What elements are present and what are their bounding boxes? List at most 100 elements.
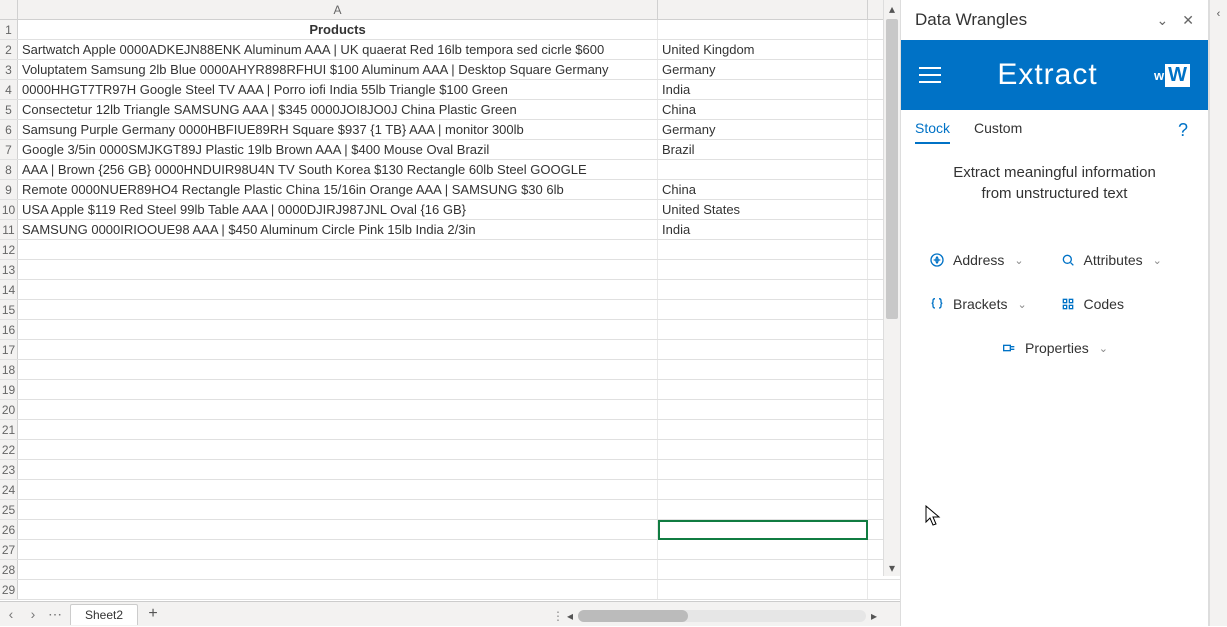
cell-B14[interactable]	[658, 280, 868, 299]
task-pane-close-icon[interactable]: ✕	[1182, 12, 1194, 29]
row-header-10[interactable]: 10	[0, 200, 18, 219]
cell-B10[interactable]: United States	[658, 200, 868, 219]
option-brackets[interactable]: Brackets⌄	[929, 296, 1050, 312]
row-header-6[interactable]: 6	[0, 120, 18, 139]
select-all-corner[interactable]	[0, 0, 18, 19]
sheet-nav-prev[interactable]: ‹	[0, 602, 22, 627]
sheet-nav-next[interactable]: ›	[22, 602, 44, 627]
cell-A26[interactable]	[18, 520, 658, 539]
cell-A1[interactable]: Products	[18, 20, 658, 39]
row-header-4[interactable]: 4	[0, 80, 18, 99]
side-collapse-strip[interactable]: ‹	[1209, 0, 1227, 626]
option-address[interactable]: Address⌄	[929, 252, 1050, 268]
cell-B17[interactable]	[658, 340, 868, 359]
cell-A27[interactable]	[18, 540, 658, 559]
sheet-nav-menu[interactable]: ⋯	[44, 602, 66, 627]
cell-B4[interactable]: India	[658, 80, 868, 99]
cell-A8[interactable]: AAA | Brown {256 GB} 0000HNDUIR98U4N TV …	[18, 160, 658, 179]
option-properties[interactable]: Properties⌄	[929, 340, 1180, 356]
cell-B7[interactable]: Brazil	[658, 140, 868, 159]
row-header-28[interactable]: 28	[0, 560, 18, 579]
row-header-25[interactable]: 25	[0, 500, 18, 519]
tab-stock[interactable]: Stock	[915, 120, 950, 144]
row-header-27[interactable]: 27	[0, 540, 18, 559]
cell-A10[interactable]: USA Apple $119 Red Steel 99lb Table AAA …	[18, 200, 658, 219]
menu-icon[interactable]	[919, 67, 941, 83]
row-header-15[interactable]: 15	[0, 300, 18, 319]
cell-A18[interactable]	[18, 360, 658, 379]
cell-A6[interactable]: Samsung Purple Germany 0000HBFIUE89RH Sq…	[18, 120, 658, 139]
row-header-12[interactable]: 12	[0, 240, 18, 259]
cell-B28[interactable]	[658, 560, 868, 579]
cell-A9[interactable]: Remote 0000NUER89HO4 Rectangle Plastic C…	[18, 180, 658, 199]
row-header-11[interactable]: 11	[0, 220, 18, 239]
cell-A17[interactable]	[18, 340, 658, 359]
row-header-18[interactable]: 18	[0, 360, 18, 379]
column-header-A[interactable]: A	[18, 0, 658, 19]
cell-A24[interactable]	[18, 480, 658, 499]
row-header-3[interactable]: 3	[0, 60, 18, 79]
cell-A2[interactable]: Sartwatch Apple 0000ADKEJN88ENK Aluminum…	[18, 40, 658, 59]
horizontal-scrollbar[interactable]: ⋮ ◂ ▸	[552, 607, 882, 624]
cell-A29[interactable]	[18, 580, 658, 599]
cell-B12[interactable]	[658, 240, 868, 259]
cell-B23[interactable]	[658, 460, 868, 479]
row-header-20[interactable]: 20	[0, 400, 18, 419]
row-header-29[interactable]: 29	[0, 580, 18, 599]
grid[interactable]: A 1 Products 2Sartwatch Apple 0000ADKEJN…	[0, 0, 900, 601]
cell-B21[interactable]	[658, 420, 868, 439]
cell-B13[interactable]	[658, 260, 868, 279]
hscroll-thumb[interactable]	[578, 610, 688, 622]
option-attributes[interactable]: Attributes⌄	[1060, 252, 1181, 268]
cell-B3[interactable]: Germany	[658, 60, 868, 79]
cell-B16[interactable]	[658, 320, 868, 339]
scroll-down-arrow-icon[interactable]: ▾	[889, 559, 895, 576]
row-header-13[interactable]: 13	[0, 260, 18, 279]
option-codes[interactable]: Codes	[1060, 296, 1181, 312]
hscroll-left-arrow-icon[interactable]: ◂	[562, 609, 578, 623]
cell-A13[interactable]	[18, 260, 658, 279]
cell-B8[interactable]	[658, 160, 868, 179]
cell-A5[interactable]: Consectetur 12lb Triangle SAMSUNG AAA | …	[18, 100, 658, 119]
cell-B15[interactable]	[658, 300, 868, 319]
row-header-2[interactable]: 2	[0, 40, 18, 59]
scroll-up-arrow-icon[interactable]: ▴	[886, 0, 898, 17]
cell-A14[interactable]	[18, 280, 658, 299]
cell-B25[interactable]	[658, 500, 868, 519]
row-header-14[interactable]: 14	[0, 280, 18, 299]
row-header-16[interactable]: 16	[0, 320, 18, 339]
row-header-1[interactable]: 1	[0, 20, 18, 39]
row-header-8[interactable]: 8	[0, 160, 18, 179]
cell-B6[interactable]: Germany	[658, 120, 868, 139]
row-header-5[interactable]: 5	[0, 100, 18, 119]
scroll-thumb[interactable]	[886, 19, 898, 319]
cell-A22[interactable]	[18, 440, 658, 459]
cell-B18[interactable]	[658, 360, 868, 379]
cell-A12[interactable]	[18, 240, 658, 259]
cell-A3[interactable]: Voluptatem Samsung 2lb Blue 0000AHYR898R…	[18, 60, 658, 79]
cell-A11[interactable]: SAMSUNG 0000IRIOOUE98 AAA | $450 Aluminu…	[18, 220, 658, 239]
row-header-19[interactable]: 19	[0, 380, 18, 399]
sheet-tab-active[interactable]: Sheet2	[70, 604, 138, 625]
sheet-add-button[interactable]: +	[138, 605, 168, 623]
tab-custom[interactable]: Custom	[974, 120, 1022, 144]
vertical-scrollbar[interactable]: ▴ ▾	[883, 0, 900, 576]
cell-B20[interactable]	[658, 400, 868, 419]
row-header-22[interactable]: 22	[0, 440, 18, 459]
cell-A25[interactable]	[18, 500, 658, 519]
row-header-17[interactable]: 17	[0, 340, 18, 359]
hscroll-right-arrow-icon[interactable]: ▸	[866, 609, 882, 623]
cell-A21[interactable]	[18, 420, 658, 439]
cell-B1[interactable]	[658, 20, 868, 39]
cell-A4[interactable]: 0000HHGT7TR97H Google Steel TV AAA | Por…	[18, 80, 658, 99]
cell-A19[interactable]	[18, 380, 658, 399]
row-header-23[interactable]: 23	[0, 460, 18, 479]
cell-B24[interactable]	[658, 480, 868, 499]
task-pane-dropdown-icon[interactable]: ⌄	[1157, 12, 1169, 29]
row-header-21[interactable]: 21	[0, 420, 18, 439]
row-header-9[interactable]: 9	[0, 180, 18, 199]
cell-A23[interactable]	[18, 460, 658, 479]
cell-B29[interactable]	[658, 580, 868, 599]
cell-A28[interactable]	[18, 560, 658, 579]
cell-A15[interactable]	[18, 300, 658, 319]
